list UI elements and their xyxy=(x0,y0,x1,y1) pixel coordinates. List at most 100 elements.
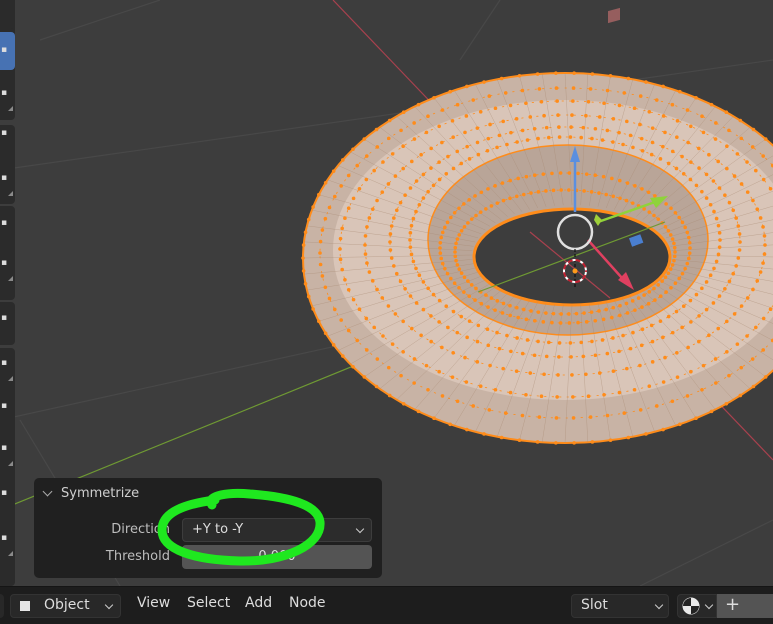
mode-dropdown[interactable]: Object xyxy=(10,594,121,618)
tool-extrude[interactable]: ▪ xyxy=(0,300,15,338)
tool-poly-build[interactable]: ▪ xyxy=(0,520,15,558)
vertex xyxy=(401,350,405,354)
vertex xyxy=(567,188,571,192)
vertex xyxy=(725,166,729,171)
vertex xyxy=(437,124,441,129)
vertex xyxy=(408,294,413,298)
vertex xyxy=(579,340,584,345)
vertex xyxy=(625,311,630,315)
vertex xyxy=(474,213,478,218)
vertex xyxy=(688,298,693,303)
direction-dropdown[interactable]: +Y to -Y xyxy=(182,518,372,542)
vertex xyxy=(584,372,588,377)
vertex xyxy=(745,190,750,194)
vertex xyxy=(514,305,519,310)
vertex xyxy=(546,340,551,345)
vertex xyxy=(466,279,470,283)
menu-add[interactable]: Add xyxy=(245,595,272,611)
vertex xyxy=(364,316,369,321)
vertex xyxy=(681,171,686,176)
operator-panel-header[interactable]: Symmetrize xyxy=(42,484,139,502)
vertex xyxy=(426,114,430,119)
vertex xyxy=(656,283,661,287)
tool-scale[interactable]: ▪ xyxy=(0,160,15,198)
vertex xyxy=(694,292,699,297)
vertex xyxy=(570,113,574,117)
tool-loop-cut[interactable]: ▪ xyxy=(0,430,15,468)
vertex xyxy=(602,392,606,397)
collapse-chevron-icon[interactable] xyxy=(42,486,53,496)
vertex xyxy=(476,323,481,328)
tool-inset[interactable]: ▪ xyxy=(0,345,15,383)
vertex xyxy=(689,369,693,374)
vertex xyxy=(303,281,308,286)
vertex xyxy=(574,311,579,316)
vertex xyxy=(524,101,528,106)
menu-node[interactable]: Node xyxy=(289,595,326,611)
3d-viewport[interactable]: ▪ ▪ ▪ ▪ ▪ ▪ ▪ ▪ ▪ ▪ ▪ ▪ Symmetrize Direction +Y to … xyxy=(0,0,773,586)
vertex xyxy=(617,390,622,395)
vertex xyxy=(663,355,667,360)
vertex xyxy=(429,339,433,344)
vertex xyxy=(593,318,598,323)
vertex xyxy=(681,304,686,309)
vertex xyxy=(546,135,551,140)
vertex xyxy=(617,349,621,354)
vertex xyxy=(669,206,673,211)
vertex xyxy=(424,363,429,368)
vertex xyxy=(738,240,742,244)
vertex xyxy=(318,262,323,267)
vertex xyxy=(640,148,645,153)
vertex xyxy=(444,171,449,176)
vertex xyxy=(640,187,644,191)
vertex xyxy=(528,115,533,119)
tool-cursor[interactable]: ▪ xyxy=(0,75,15,113)
vertex xyxy=(438,240,443,245)
tool-select[interactable]: ▪ xyxy=(0,32,15,70)
vertex xyxy=(638,408,643,412)
vertex xyxy=(761,177,766,182)
shading-dropdown[interactable] xyxy=(677,594,717,618)
menu-select[interactable]: Select xyxy=(187,595,230,611)
vertex xyxy=(638,122,642,127)
vertex xyxy=(590,72,595,76)
tool-annotate[interactable]: ▪ xyxy=(0,205,15,243)
vertex xyxy=(571,395,575,399)
vertex xyxy=(370,207,375,211)
threshold-field[interactable]: 0.000 xyxy=(182,545,372,569)
vertex xyxy=(617,178,622,183)
vertex xyxy=(762,252,767,256)
vertex xyxy=(628,133,633,138)
vertex xyxy=(584,113,588,118)
vertex xyxy=(364,348,369,352)
vertex xyxy=(388,248,393,252)
vertex xyxy=(739,182,744,186)
vertex xyxy=(505,142,509,147)
vertex xyxy=(727,128,731,133)
vertex xyxy=(521,192,526,197)
slot-dropdown[interactable]: Slot xyxy=(571,594,669,618)
tool-move[interactable]: ▪ xyxy=(0,115,15,153)
vertex xyxy=(739,136,744,141)
add-button[interactable]: + xyxy=(717,594,773,618)
vertex xyxy=(445,271,450,276)
menu-view[interactable]: View xyxy=(137,595,170,611)
tool-knife[interactable]: ▪ xyxy=(0,475,15,513)
vertex xyxy=(644,80,648,84)
vertex xyxy=(478,384,483,389)
vertex xyxy=(432,416,436,421)
vertex xyxy=(622,91,627,95)
vertex xyxy=(584,172,589,176)
vertex xyxy=(469,217,474,221)
vertex xyxy=(431,183,436,188)
vertex xyxy=(380,296,385,300)
submenu-corner-icon xyxy=(8,376,13,381)
vertex xyxy=(451,135,455,140)
vertex xyxy=(754,168,758,173)
tool-measure[interactable]: ▪ xyxy=(0,245,15,283)
tool-bevel[interactable]: ▪ xyxy=(0,388,15,426)
vertex xyxy=(398,279,403,284)
vertex xyxy=(431,292,436,297)
left-edge-button[interactable] xyxy=(0,594,4,618)
vertex xyxy=(398,200,403,205)
